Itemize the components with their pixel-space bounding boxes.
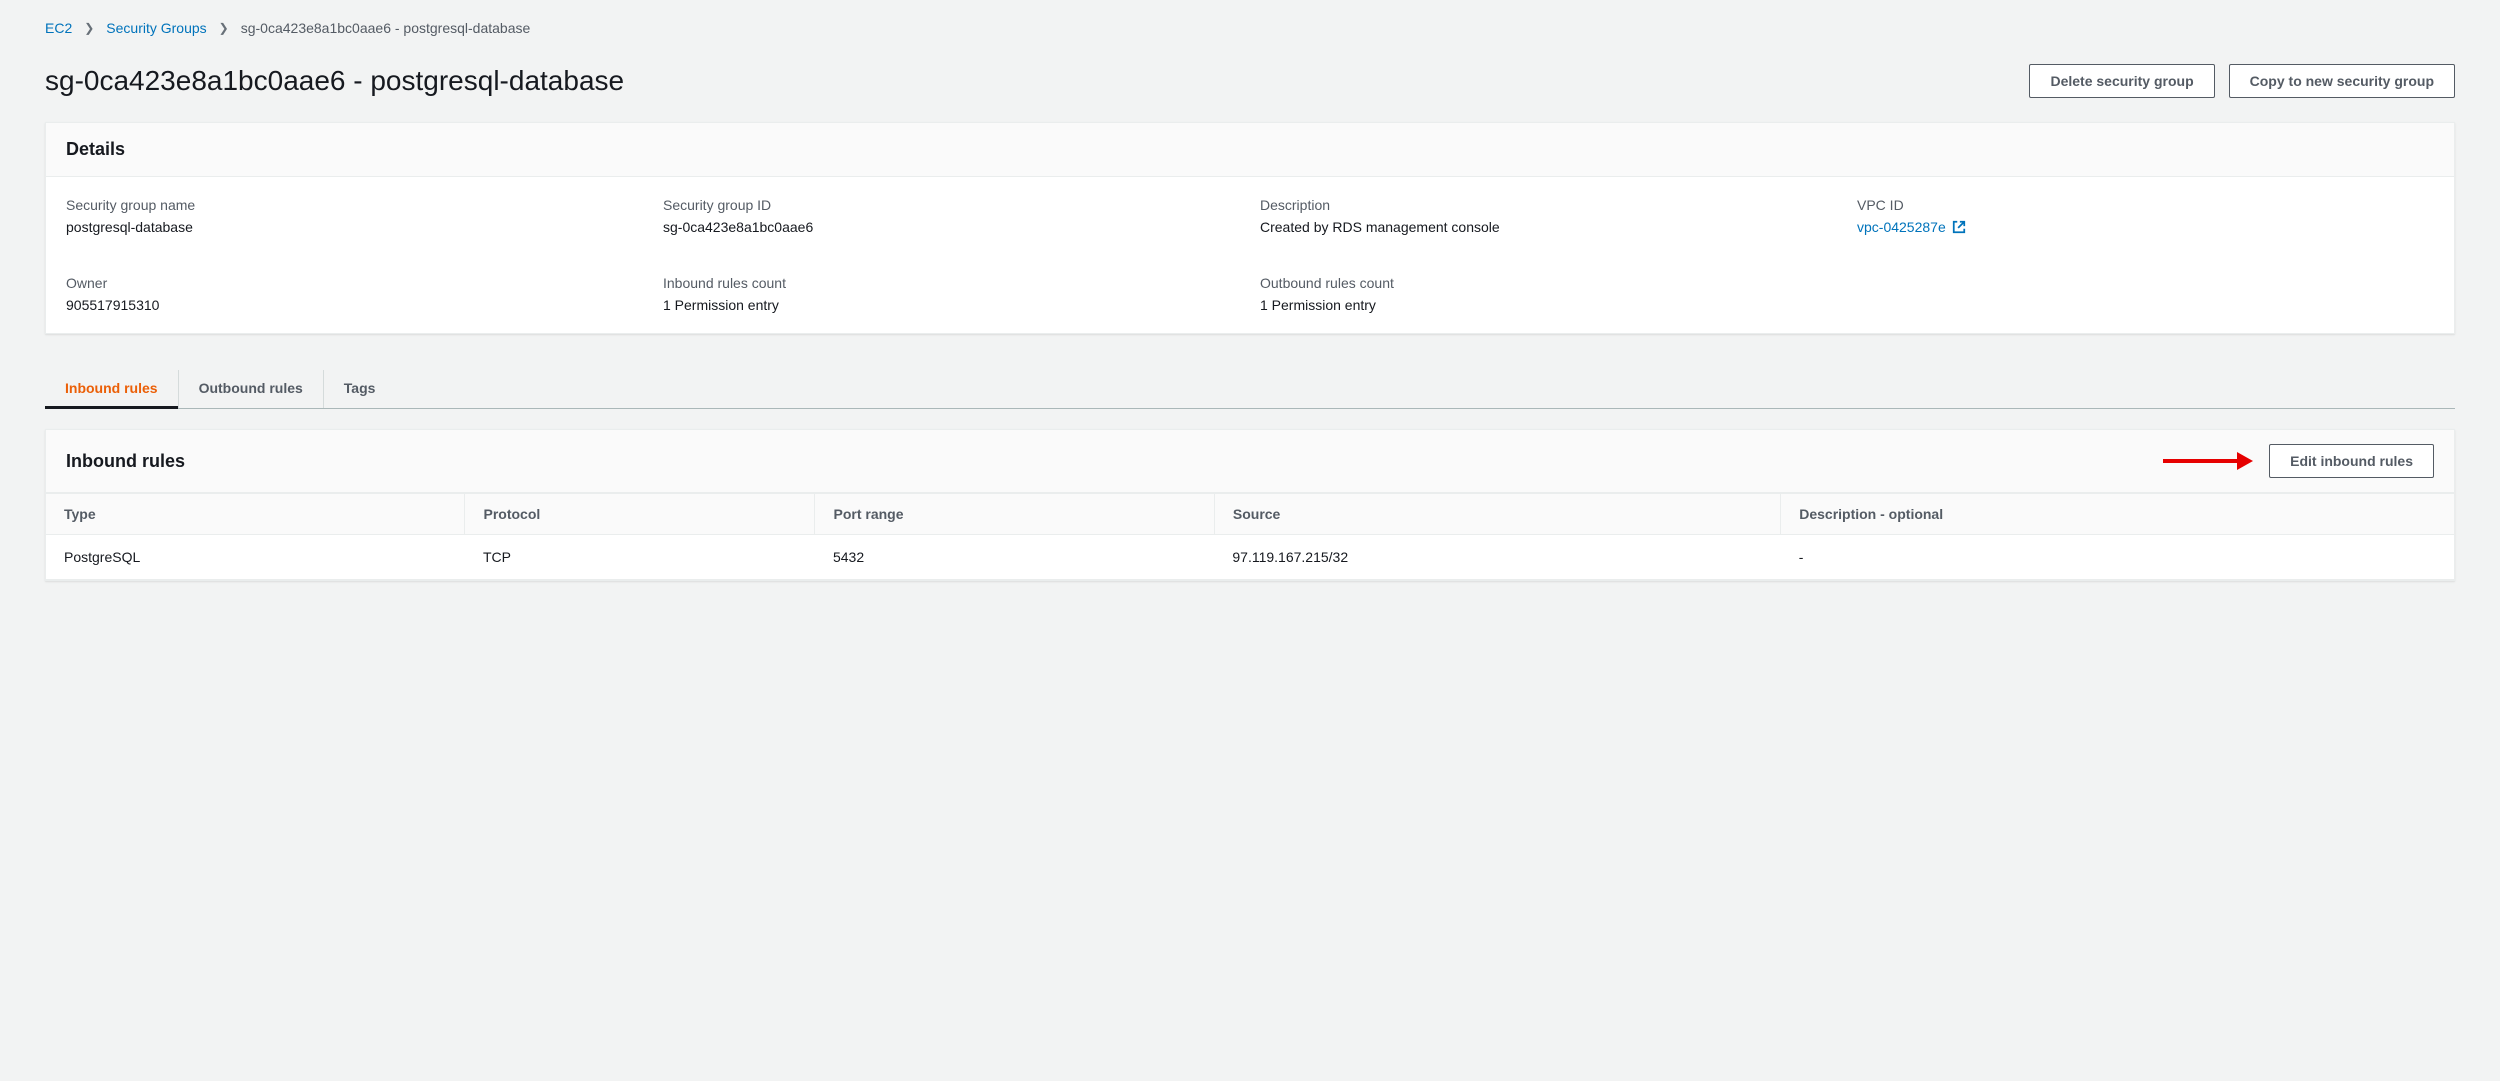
field-label: Inbound rules count xyxy=(663,275,1240,291)
chevron-right-icon: ❯ xyxy=(219,21,229,35)
vpc-id-value: vpc-0425287e xyxy=(1857,219,1946,235)
field-description: Description Created by RDS management co… xyxy=(1260,197,1837,235)
details-heading: Details xyxy=(46,123,2454,177)
external-link-icon xyxy=(1952,220,1966,234)
field-label: Outbound rules count xyxy=(1260,275,1837,291)
col-port-range[interactable]: Port range xyxy=(815,494,1214,535)
chevron-right-icon: ❯ xyxy=(84,21,94,35)
inbound-rules-table: Type Protocol Port range Source Descript… xyxy=(46,493,2454,580)
inbound-rules-panel: Inbound rules Edit inbound rules Type Pr… xyxy=(45,429,2455,581)
tabs: Inbound rules Outbound rules Tags xyxy=(45,370,2455,409)
cell-source: 97.119.167.215/32 xyxy=(1214,535,1780,580)
col-description[interactable]: Description - optional xyxy=(1781,494,2454,535)
table-row[interactable]: PostgreSQL TCP 5432 97.119.167.215/32 - xyxy=(46,535,2454,580)
annotation-arrow xyxy=(2163,452,2253,470)
field-label: Security group name xyxy=(66,197,643,213)
breadcrumb: EC2 ❯ Security Groups ❯ sg-0ca423e8a1bc0… xyxy=(45,20,2455,36)
page-title: sg-0ca423e8a1bc0aae6 - postgresql-databa… xyxy=(45,65,624,97)
col-type[interactable]: Type xyxy=(46,494,465,535)
breadcrumb-ec2[interactable]: EC2 xyxy=(45,20,72,36)
breadcrumb-current: sg-0ca423e8a1bc0aae6 - postgresql-databa… xyxy=(241,20,531,36)
cell-description: - xyxy=(1781,535,2454,580)
field-value: 1 Permission entry xyxy=(1260,297,1837,313)
field-value: Created by RDS management console xyxy=(1260,219,1837,235)
field-value: sg-0ca423e8a1bc0aae6 xyxy=(663,219,1240,235)
vpc-link[interactable]: vpc-0425287e xyxy=(1857,219,1966,235)
cell-port-range: 5432 xyxy=(815,535,1214,580)
edit-inbound-rules-button[interactable]: Edit inbound rules xyxy=(2269,444,2434,478)
cell-type: PostgreSQL xyxy=(46,535,465,580)
tab-outbound-rules[interactable]: Outbound rules xyxy=(179,370,324,408)
field-security-group-id: Security group ID sg-0ca423e8a1bc0aae6 xyxy=(663,197,1240,235)
field-label: Description xyxy=(1260,197,1837,213)
delete-security-group-button[interactable]: Delete security group xyxy=(2029,64,2214,98)
breadcrumb-security-groups[interactable]: Security Groups xyxy=(106,20,206,36)
copy-to-new-security-group-button[interactable]: Copy to new security group xyxy=(2229,64,2455,98)
col-protocol[interactable]: Protocol xyxy=(465,494,815,535)
field-inbound-count: Inbound rules count 1 Permission entry xyxy=(663,275,1240,313)
field-security-group-name: Security group name postgresql-database xyxy=(66,197,643,235)
cell-protocol: TCP xyxy=(465,535,815,580)
field-label: Owner xyxy=(66,275,643,291)
field-value: 905517915310 xyxy=(66,297,643,313)
field-label: VPC ID xyxy=(1857,197,2434,213)
field-vpc-id: VPC ID vpc-0425287e xyxy=(1857,197,2434,235)
tab-tags[interactable]: Tags xyxy=(324,370,396,408)
field-value: 1 Permission entry xyxy=(663,297,1240,313)
field-outbound-count: Outbound rules count 1 Permission entry xyxy=(1260,275,1837,313)
inbound-rules-heading: Inbound rules xyxy=(66,451,185,472)
field-owner: Owner 905517915310 xyxy=(66,275,643,313)
field-label: Security group ID xyxy=(663,197,1240,213)
details-panel: Details Security group name postgresql-d… xyxy=(45,122,2455,334)
col-source[interactable]: Source xyxy=(1214,494,1780,535)
tab-inbound-rules[interactable]: Inbound rules xyxy=(45,370,179,408)
field-value: postgresql-database xyxy=(66,219,643,235)
